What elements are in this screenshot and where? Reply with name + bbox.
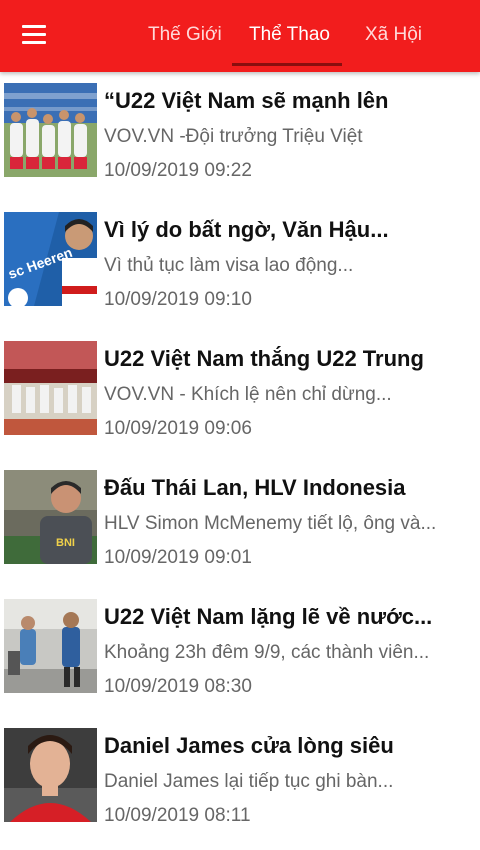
article-title: U22 Việt Nam thắng U22 Trung [104,346,424,371]
article-summary: Khoảng 23h đêm 9/9, các thành viên... [104,642,430,663]
hamburger-menu-icon[interactable] [18,22,48,48]
article-title: U22 Việt Nam lặng lẽ về nước... [104,604,433,629]
article-summary: HLV Simon McMenemy tiết lộ, ông và... [104,513,437,534]
article-title: Vì lý do bất ngờ, Văn Hậu... [104,217,389,242]
article-timestamp: 10/09/2019 09:22 [104,160,252,181]
article-timestamp: 10/09/2019 08:11 [104,805,251,826]
article-summary: Vì thủ tục làm visa lao động... [104,255,354,276]
app-header: Thế Giới Thể Thao Xã Hội [0,0,480,72]
article-thumbnail: sc Heeren [4,212,97,306]
article-item[interactable]: sc Heeren Vì lý do bất ngờ, Văn Hậu... V… [0,209,480,334]
article-item[interactable]: U22 Việt Nam thắng U22 Trung VOV.VN - Kh… [0,338,480,463]
active-tab-indicator [232,63,342,66]
tab-the-gioi[interactable]: Thế Giới [148,24,222,46]
article-thumbnail [4,341,97,435]
article-title: Đấu Thái Lan, HLV Indonesia [104,475,406,500]
article-timestamp: 10/09/2019 08:30 [104,676,252,697]
article-thumbnail [4,599,97,693]
article-title: Daniel James cửa lòng siêu [104,733,394,758]
article-timestamp: 10/09/2019 09:06 [104,418,252,439]
article-timestamp: 10/09/2019 09:10 [104,289,252,310]
article-thumbnail [4,728,97,822]
article-thumbnail: BNI [4,470,97,564]
article-title: “U22 Việt Nam sẽ mạnh lên [104,88,389,113]
article-thumbnail [4,83,97,177]
article-item[interactable]: U22 Việt Nam lặng lẽ về nước... Khoảng 2… [0,596,480,721]
article-timestamp: 10/09/2019 09:01 [104,547,252,568]
article-summary: VOV.VN - Khích lệ nên chỉ dừng... [104,384,392,405]
tab-the-thao[interactable]: Thể Thao [249,24,330,46]
tab-xa-hoi[interactable]: Xã Hội [365,24,422,46]
article-item[interactable]: Daniel James cửa lòng siêu Daniel James … [0,725,480,850]
thumb-sponsor-text: BNI [56,537,75,549]
article-summary: VOV.VN -Đội trưởng Triệu Việt [104,126,363,147]
article-item[interactable]: BNI Đấu Thái Lan, HLV Indonesia HLV Simo… [0,467,480,592]
article-summary: Daniel James lại tiếp tục ghi bàn... [104,771,394,792]
article-item[interactable]: “U22 Việt Nam sẽ mạnh lên VOV.VN -Đội tr… [0,80,480,205]
